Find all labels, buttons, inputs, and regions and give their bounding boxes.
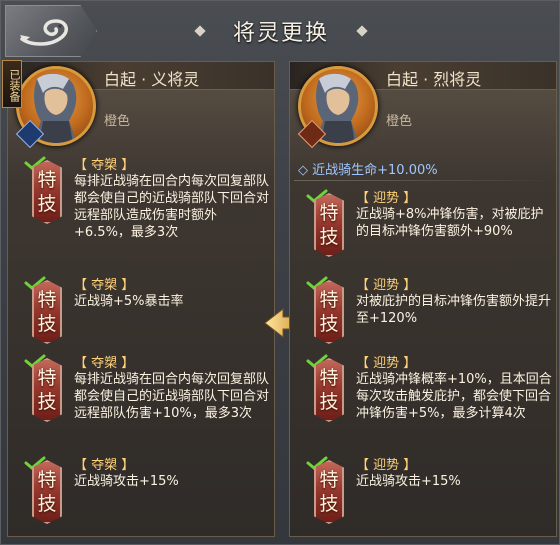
special-skill-badge: 特技	[314, 460, 344, 524]
skill-name: 【 夺槊 】	[74, 356, 135, 371]
skill-description: 近战骑冲锋概率+10%，且本回合每次攻击触发庇护，都会使下回合冲锋伤害+5%，最…	[356, 372, 552, 421]
skill-name: 【 迎势 】	[356, 458, 417, 473]
skill-description: 近战骑攻击+15%	[74, 474, 179, 489]
special-skill-badge: 特技	[32, 160, 62, 224]
spirit-name: 白起 · 烈将灵	[386, 70, 482, 89]
special-skill-badge: 特技	[32, 280, 62, 344]
skill-description: 每排近战骑在回合内每次回复部队都会使自己的近战骑部队下回合对远程部队伤害+10%…	[74, 372, 270, 421]
back-button[interactable]	[5, 5, 97, 57]
spirit-quality: 橙色	[104, 114, 131, 129]
spirit-quality: 橙色	[386, 114, 413, 129]
skill-description: 近战骑+5%暴击率	[74, 294, 184, 309]
header: 将灵更换	[1, 1, 560, 61]
skill-name: 【 迎势 】	[356, 278, 417, 293]
skill-name: 【 夺槊 】	[74, 158, 135, 173]
skill-name: 【 夺槊 】	[74, 458, 135, 473]
special-skill-badge: 特技	[314, 358, 344, 422]
skill-name: 【 夺槊 】	[74, 278, 135, 293]
special-skill-badge: 特技	[314, 193, 344, 257]
current-spirit-panel: 已装备 白起 · 义将灵 橙色 特技 【 夺槊 】 每排近战骑在回合内每次回复部…	[2, 60, 275, 537]
special-skill-badge: 特技	[314, 280, 344, 344]
spirit-name: 白起 · 义将灵	[104, 70, 200, 89]
window-frame: 将灵更换 已装备 白起 · 义将灵 橙色 特技 【 夺槊 】 每排近战骑在回合内…	[0, 0, 560, 545]
divider	[294, 180, 552, 181]
candidate-spirit-panel[interactable]: 白起 · 烈将灵 橙色 ◇ 近战骑生命+10.00% 特技 【 迎势 】 近战骑…	[289, 61, 557, 537]
skill-description: 近战骑+8%冲锋伤害，对被庇护的目标冲锋伤害额外+90%	[356, 207, 544, 239]
skill-name: 【 迎势 】	[356, 356, 417, 371]
special-skill-badge: 特技	[32, 358, 62, 422]
equipped-badge: 已装备	[2, 60, 22, 108]
dragon-back-icon	[20, 19, 68, 46]
special-skill-badge: 特技	[32, 460, 62, 524]
title-container: 将灵更换	[186, 15, 376, 47]
skill-description: 每排近战骑在回合内每次回复部队都会使自己的近战骑部队下回合对远程部队造成伤害时额…	[74, 174, 270, 240]
skill-description: 近战骑攻击+15%	[356, 474, 461, 489]
page-title: 将灵更换	[232, 21, 329, 46]
attribute-bonus: ◇ 近战骑生命+10.00%	[298, 163, 438, 178]
skill-name: 【 迎势 】	[356, 191, 417, 206]
skill-description: 对被庇护的目标冲锋伤害额外提升至+120%	[356, 294, 552, 326]
